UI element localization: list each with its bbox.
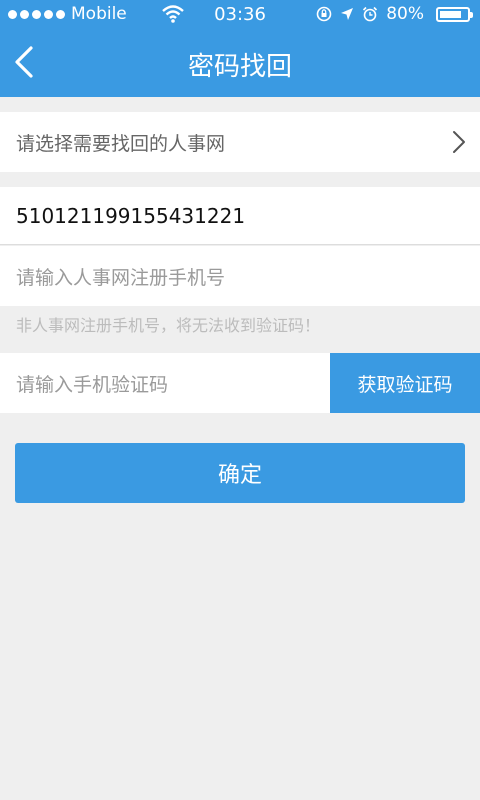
phone-number-input[interactable]: 请输入人事网注册手机号 — [0, 246, 480, 306]
top-bar: Mobile 03:36 80% 密码找回 — [0, 0, 480, 97]
status-bar: Mobile 03:36 80% — [0, 0, 480, 30]
hr-network-select[interactable]: 请选择需要找回的人事网 — [0, 112, 480, 172]
verification-code-placeholder: 请输入手机验证码 — [16, 373, 169, 396]
get-code-button[interactable]: 获取验证码 — [330, 353, 480, 413]
phone-hint-text: 非人事网注册手机号，将无法收到验证码！ — [16, 316, 321, 335]
verification-code-input[interactable]: 请输入手机验证码 — [0, 353, 330, 413]
battery-percent: 80% — [386, 4, 424, 24]
page-title: 密码找回 — [187, 52, 292, 82]
phone-number-placeholder: 请输入人事网注册手机号 — [16, 266, 226, 289]
confirm-button[interactable]: 确定 — [15, 443, 465, 503]
location-arrow-icon — [341, 8, 354, 20]
hr-network-select-label: 请选择需要找回的人事网 — [16, 132, 226, 155]
id-number-value: 510121199155431221 — [16, 203, 246, 228]
chevron-right-icon — [453, 131, 465, 153]
battery-icon — [436, 6, 473, 22]
battery-fill — [440, 10, 461, 18]
nav-bar: 密码找回 — [0, 30, 480, 97]
rotation-lock-icon — [316, 6, 332, 22]
id-number-input[interactable]: 510121199155431221 — [0, 187, 480, 245]
status-right: 80% — [316, 4, 473, 24]
alarm-icon — [363, 6, 378, 22]
